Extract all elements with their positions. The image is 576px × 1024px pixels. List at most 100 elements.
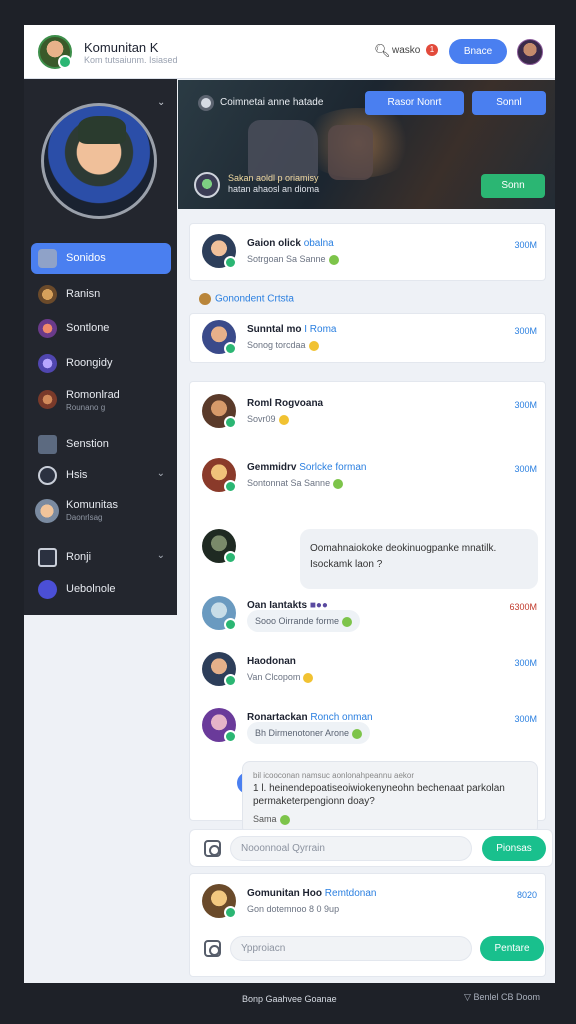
header-primary-button[interactable]: Bnace (449, 39, 507, 64)
hero-icon (38, 390, 57, 409)
chevron-down-icon[interactable]: ⌄ (157, 550, 165, 561)
chevron-down-icon[interactable]: ⌄ (157, 97, 165, 108)
list-item[interactable]: Roml Rogvoana Sovr09 300M (190, 384, 547, 442)
chevron-down-icon[interactable]: ⌄ (157, 468, 165, 479)
banner-button-2[interactable]: Sonnl (472, 91, 546, 115)
profile-avatar[interactable] (41, 103, 157, 219)
banner-caption-secondary: hatan ahaosl an dioma (228, 184, 320, 194)
footer-status: ▽ Benlel CB Doom (464, 992, 540, 1002)
camera-icon[interactable] (204, 940, 221, 957)
sidebar-item-6[interactable]: Hsis ⌄ (31, 460, 171, 491)
send-button[interactable]: Pionsas (482, 836, 546, 861)
avatar[interactable] (202, 652, 237, 687)
hero-icon (38, 319, 57, 338)
banner-tag: Coimnetai anne hatade (220, 97, 324, 108)
banner-button-1[interactable]: Rasor Nonrt (365, 91, 464, 115)
banner-join-button[interactable]: Sonn (481, 174, 545, 198)
message-bubble: Sooo Oirrande forme (247, 610, 361, 632)
emoji-icon (342, 616, 353, 627)
message-time: 300M (514, 658, 537, 668)
avatar[interactable] (202, 394, 237, 429)
game-icon (38, 249, 57, 268)
notification-badge[interactable]: 1 (426, 44, 438, 56)
composer: Nooonnoal Qyrrain Pionsas (189, 829, 553, 867)
avatar[interactable] (202, 708, 237, 743)
sidebar-item-label: Ranisn (66, 288, 101, 300)
sidebar-item-label: Roongidy (66, 357, 113, 369)
message-bubble: Bh Dirmenotoner Arone (247, 722, 371, 744)
message-time: 300M (514, 326, 537, 336)
record-icon (198, 95, 214, 111)
emoji-icon (303, 672, 314, 683)
footer-text: Bonp Gaahvee Goanae (242, 994, 337, 1004)
reply-textarea[interactable]: bil icooconan namsuc aonlonahpeannu aeko… (242, 761, 538, 835)
sidebar-item-8[interactable]: Ronji ⌄ (31, 542, 171, 573)
thread-card: Roml Rogvoana Sovr09 300M Gemmidrv Sorlc… (189, 381, 546, 821)
banner-art (328, 125, 373, 180)
send-button[interactable]: Pentare (480, 936, 544, 961)
sidebar-item-label: Ronji (66, 551, 92, 563)
user-avatar[interactable] (517, 39, 543, 65)
list-item[interactable]: Oan Iantakts ■●● Sooo Oirrande forme 630… (190, 586, 547, 644)
sidebar-item-2[interactable]: Sontlone (31, 313, 171, 344)
avatar[interactable] (202, 320, 237, 355)
message-time: 300M (514, 464, 537, 474)
emoji-icon (333, 478, 344, 489)
sidebar-item-7[interactable]: Komunitas Daonrlsag (31, 493, 171, 531)
avatar[interactable] (202, 458, 237, 493)
section-label: Gonondent Crtsta (199, 293, 294, 305)
community-logo[interactable] (38, 35, 72, 69)
message-input[interactable]: Ypproiacn (230, 936, 472, 961)
sidebar-item-label: Sontlone (66, 322, 110, 334)
search-label[interactable]: wasko (392, 45, 420, 56)
banner-caption: Sakan aoldl p oriamisy (228, 173, 319, 183)
globe-icon (38, 466, 57, 485)
sidebar-item-0[interactable]: Sonidos (31, 243, 171, 274)
search-icon[interactable]: 🔍︎ (374, 43, 391, 59)
list-item[interactable]: Gomunitan Hoo Remtdonan Gon dotemnoo 8 0… (190, 874, 547, 932)
list-item[interactable]: Gaion olick obalna Sotrgoan Sa Sanne 300… (190, 224, 547, 282)
sidebar-item-9[interactable]: Uebolnole (31, 574, 171, 605)
composer: Ypproiacn Pentare (190, 930, 545, 968)
list-item[interactable]: Gemmidrv Sorlcke forman Sontonnat Sa San… (190, 448, 547, 506)
sidebar-item-3[interactable]: Roongidy (31, 348, 171, 379)
event-banner: Coimnetai anne hatade Rasor Nonrt Sonnl … (178, 80, 555, 209)
message-text: Sotrgoan Sa Sanne (247, 254, 339, 265)
sidebar-item-label: Uebolnole (66, 583, 116, 595)
reply-author: Sama (253, 813, 527, 825)
wifi-icon: ▽ (464, 992, 471, 1002)
app-window: Komunitan K Kom tutsaiunm. Isiased 🔍︎ wa… (24, 25, 555, 983)
sidebar-item-label: Romonlrad (66, 389, 120, 401)
app-title: Komunitan K (84, 40, 159, 55)
avatar[interactable] (202, 884, 237, 919)
message-author: Gaion olick obalna (247, 238, 334, 249)
message-author: Gemmidrv Sorlcke forman (247, 462, 367, 473)
sidebar-item-4[interactable]: Romonlrad Rounano g (31, 384, 171, 422)
sidebar-item-1[interactable]: Ranisn (31, 279, 171, 310)
banner-avatar (194, 172, 220, 198)
banner-art (248, 120, 318, 180)
list-item[interactable]: Sunntal mo I Roma Sonog torcdaa 300M (190, 310, 547, 368)
reply-quote: bil icooconan namsuc aonlonahpeannu aeko… (253, 771, 415, 780)
sidebar-item-label: Sonidos (66, 252, 106, 264)
list-item[interactable]: Haodonan Van Clcopom 300M (190, 642, 547, 700)
hero-icon (38, 354, 57, 373)
message-input[interactable]: Nooonnoal Qyrrain (230, 836, 472, 861)
camera-icon[interactable] (204, 840, 221, 857)
sidebar-item-sublabel: Daonrlsag (66, 513, 103, 522)
message-text: Sonog torcdaa (247, 340, 319, 351)
message-time: 300M (514, 400, 537, 410)
avatar[interactable] (202, 596, 237, 631)
info-icon (38, 580, 57, 599)
avatar[interactable] (202, 234, 237, 269)
sidebar-item-sublabel: Rounano g (66, 403, 106, 412)
message-author: Sunntal mo I Roma (247, 324, 337, 335)
sidebar: ⌄ Sonidos Ranisn Sontlone Roongidy Romon… (24, 79, 177, 615)
building-icon (38, 435, 57, 454)
sidebar-item-5[interactable]: Senstion (31, 429, 171, 460)
list-item[interactable]: Ronartackan Ronch onman Bh Dirmenotoner … (190, 698, 547, 756)
message-card: Gomunitan Hoo Remtdonan Gon dotemnoo 8 0… (189, 873, 546, 977)
avatar[interactable] (202, 529, 237, 564)
message-text: Sontonnat Sa Sanne (247, 478, 344, 489)
emoji-icon (278, 414, 289, 425)
